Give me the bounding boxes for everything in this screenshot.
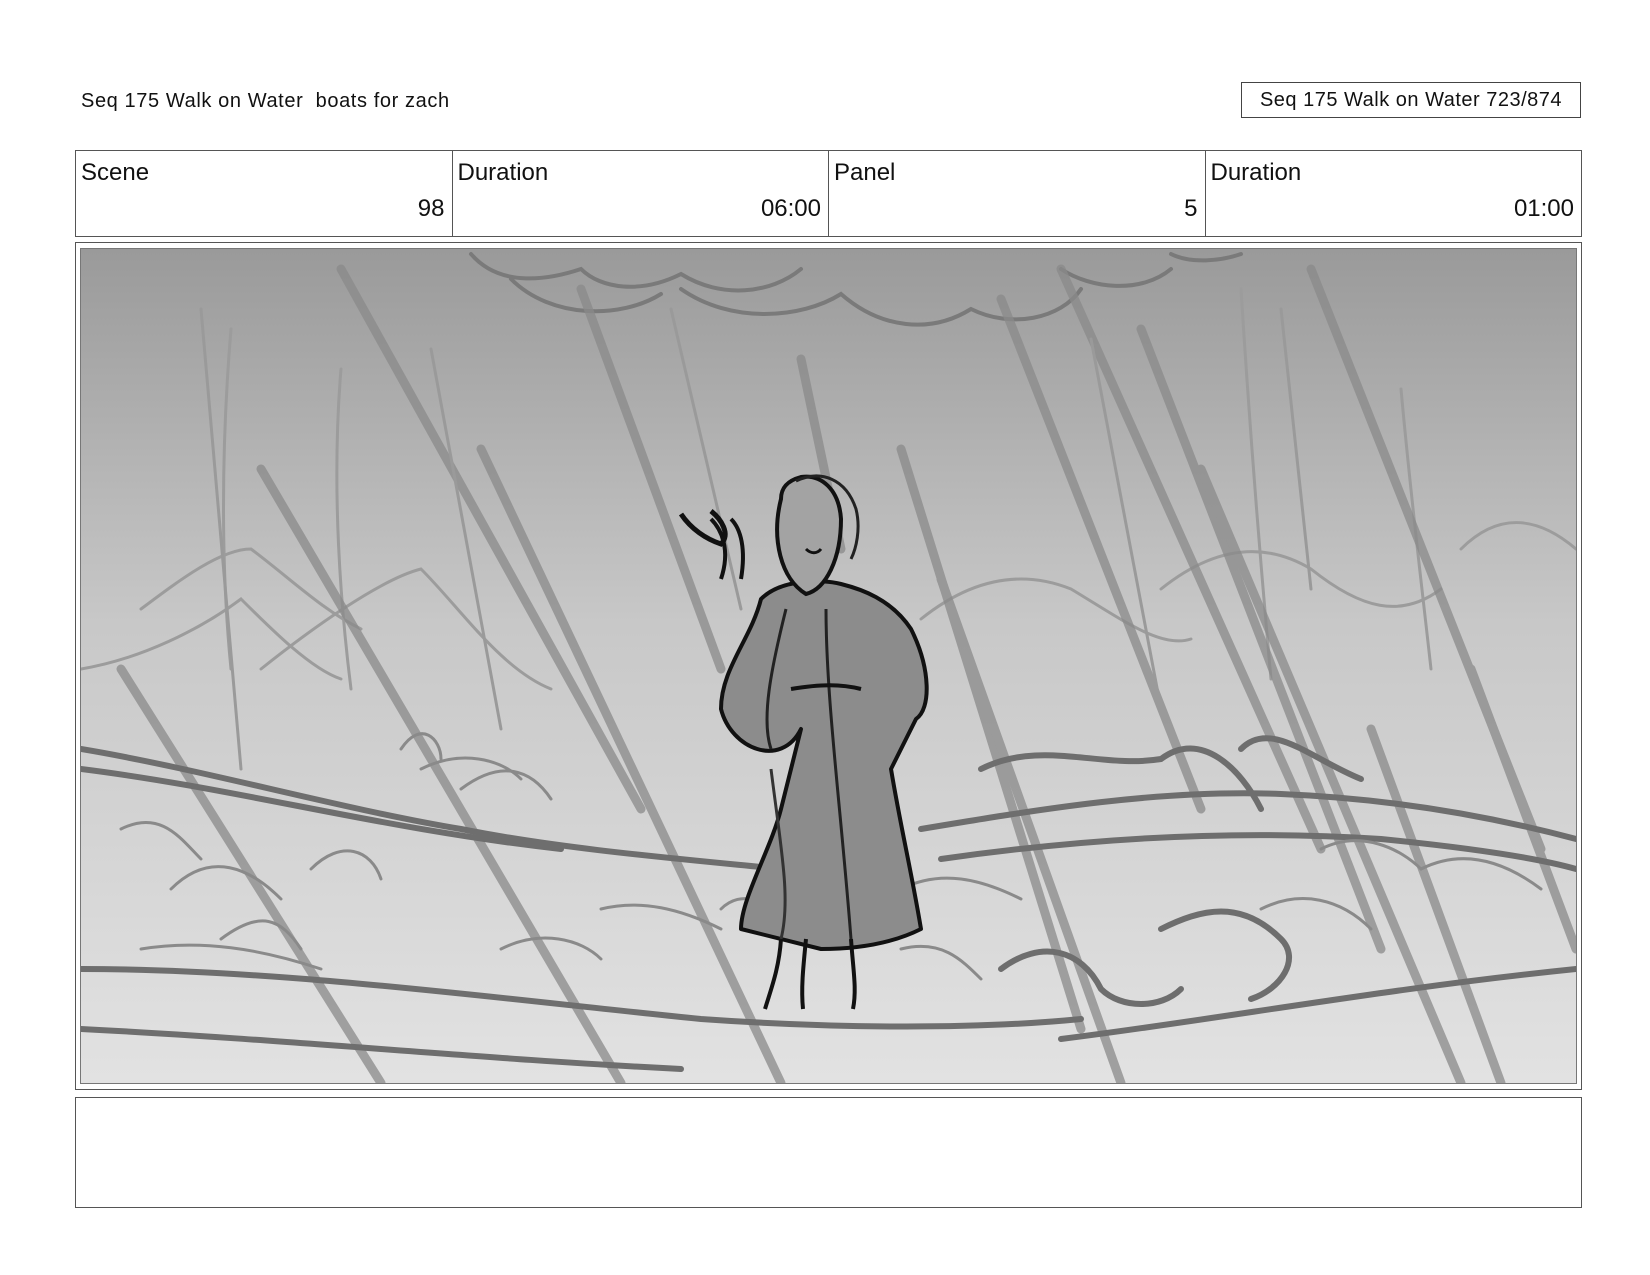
panel-info-table: Scene 98 Duration 06:00 Panel 5 Duration… (75, 150, 1582, 237)
scene-value: 98 (417, 195, 445, 222)
scene-label: Scene (81, 159, 150, 186)
panel-cell: Panel 5 (829, 151, 1206, 236)
panel-duration-value: 01:00 (1513, 195, 1574, 222)
storyboard-panel-frame (75, 242, 1582, 1090)
panel-label: Panel (834, 159, 896, 186)
panel-duration-label: Duration (1210, 159, 1302, 186)
panel-caption-box (75, 1097, 1582, 1208)
sequence-page-counter: Seq 175 Walk on Water 723/874 (1241, 82, 1581, 118)
scene-duration-cell: Duration 06:00 (453, 151, 829, 236)
sequence-title: Seq 175 Walk on Water boats for zach (81, 90, 450, 112)
scene-cell: Scene 98 (76, 151, 453, 236)
sketch-illustration (81, 249, 1576, 1083)
scene-duration-label: Duration (457, 159, 549, 186)
panel-duration-cell: Duration 01:00 (1206, 151, 1582, 236)
scene-duration-value: 06:00 (760, 195, 821, 222)
storyboard-sketch (80, 248, 1577, 1084)
panel-value: 5 (1184, 195, 1198, 222)
